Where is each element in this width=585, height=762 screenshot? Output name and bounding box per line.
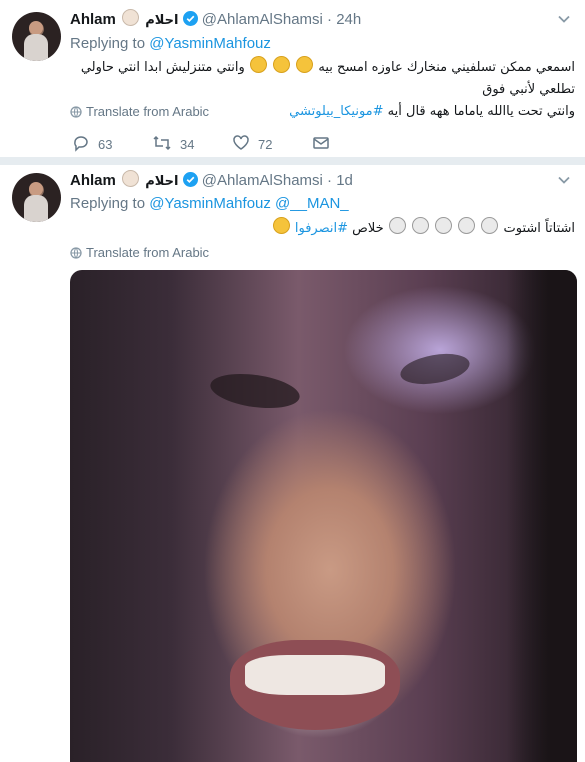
translate-link[interactable]: Translate from Arabic <box>70 245 209 260</box>
chevron-down-icon[interactable] <box>557 12 571 26</box>
ghost-emoji-icon <box>411 217 429 234</box>
retweet-icon <box>153 135 171 151</box>
tweet-text-line: وانتي تحت ياالله ياماما ههه قال أيه <box>387 104 575 119</box>
tweet-text-line: اسمعي ممكن تسلفيني منخارك عاوزه امسح بيه <box>318 60 575 75</box>
photo-detail <box>507 270 577 762</box>
ghost-emoji-icon <box>458 217 476 234</box>
replying-label: Replying to <box>70 195 146 212</box>
rofl-emoji-icon <box>249 56 267 73</box>
chevron-down-icon[interactable] <box>557 173 571 187</box>
avatar[interactable] <box>12 173 61 222</box>
photo-detail <box>398 349 472 389</box>
photo-detail <box>245 655 385 695</box>
tweet-photo[interactable] <box>70 270 577 762</box>
ghost-emoji-icon <box>435 217 453 234</box>
globe-icon <box>70 247 82 259</box>
replying-to: Replying to @YasminMahfouz @__MAN_ <box>70 195 349 212</box>
reply-button[interactable]: 63 <box>72 134 112 152</box>
heart-icon <box>233 135 249 150</box>
replying-label: Replying to <box>70 35 146 52</box>
globe-icon <box>70 106 82 118</box>
woman-emoji-icon <box>122 170 140 187</box>
tweet-header: Ahlam احلام @AhlamAlShamsi · 1d <box>70 170 353 190</box>
tweet-timestamp[interactable]: · 1d <box>327 172 353 189</box>
yawning-face-emoji-icon <box>272 217 290 234</box>
display-name[interactable]: Ahlam <box>70 172 116 189</box>
tweet-divider <box>0 157 585 165</box>
replying-to: Replying to @YasminMahfouz <box>70 35 271 52</box>
photo-detail <box>208 368 302 414</box>
user-handle[interactable]: @AhlamAlShamsi <box>202 11 323 28</box>
reply-count: 63 <box>98 137 113 152</box>
tweet-header: Ahlam احلام @AhlamAlShamsi · 24h <box>70 9 361 29</box>
tweet-timestamp[interactable]: · 24h <box>327 11 361 28</box>
tweet-text-line: خلاص <box>352 221 384 236</box>
rofl-emoji-icon <box>273 56 291 73</box>
tweet-text: اشتاتاً اشتوت خلاص #انصرفوا <box>70 217 575 240</box>
like-count: 72 <box>258 137 273 152</box>
hashtag-link[interactable]: #مونيكا_بيلوتشي <box>289 104 383 119</box>
ghost-emoji-icon <box>481 217 499 234</box>
envelope-icon <box>313 137 329 149</box>
user-handle[interactable]: @AhlamAlShamsi <box>202 172 323 189</box>
ghost-emoji-icon <box>388 217 406 234</box>
woman-emoji-icon <box>122 9 140 26</box>
reply-icon <box>74 136 88 152</box>
tweet-text-line: اشتاتاً اشتوت <box>503 221 575 236</box>
translate-label[interactable]: Translate from Arabic <box>86 245 209 260</box>
avatar[interactable] <box>12 12 61 61</box>
verified-badge-icon <box>182 172 198 187</box>
like-button[interactable]: 72 <box>232 134 272 152</box>
retweet-count: 34 <box>180 137 195 152</box>
translate-label[interactable]: Translate from Arabic <box>86 104 209 119</box>
direct-message-button[interactable] <box>312 134 338 152</box>
display-name-arabic[interactable]: احلام <box>145 174 178 189</box>
tweet-1[interactable]: Ahlam احلام @AhlamAlShamsi · 24h Replyin… <box>0 0 585 157</box>
tears-of-joy-emoji-icon <box>296 56 314 73</box>
reply-mention-link[interactable]: @YasminMahfouz <box>149 35 271 52</box>
translate-link[interactable]: Translate from Arabic <box>70 104 209 119</box>
verified-badge-icon <box>182 11 198 26</box>
retweet-button[interactable]: 34 <box>152 134 194 152</box>
display-name[interactable]: Ahlam <box>70 11 116 28</box>
hashtag-link[interactable]: #انصرفوا <box>295 221 348 236</box>
reply-mention-link[interactable]: @YasminMahfouz @__MAN_ <box>149 195 348 212</box>
display-name-arabic[interactable]: احلام <box>145 13 178 28</box>
